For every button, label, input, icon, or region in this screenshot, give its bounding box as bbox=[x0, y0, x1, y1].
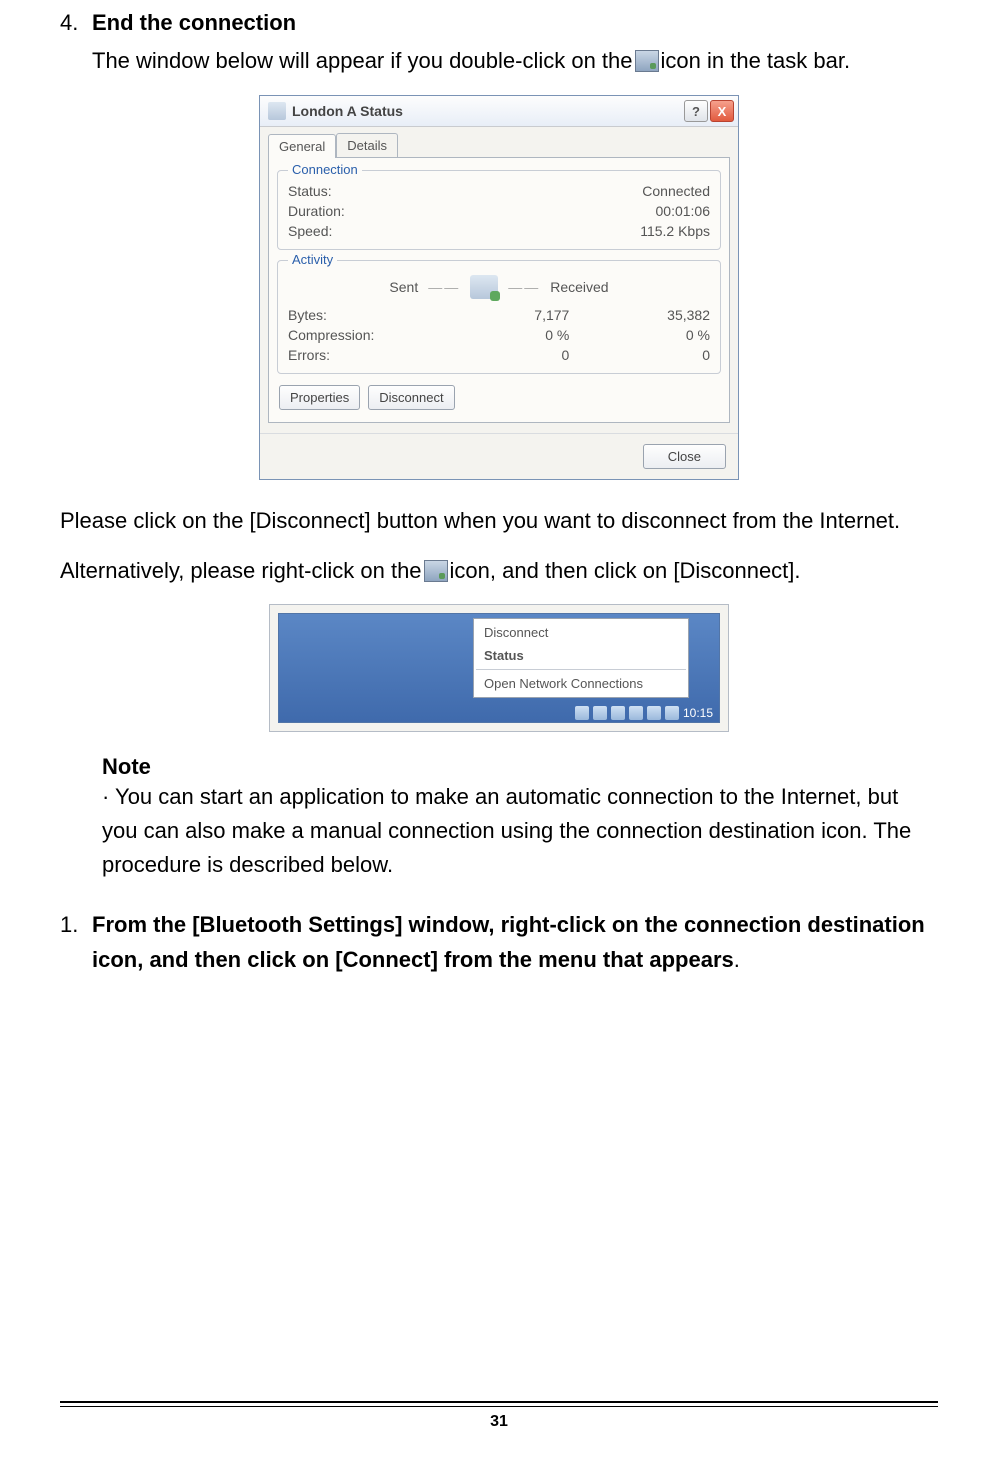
step-4-description: The window below will appear if you doub… bbox=[92, 44, 938, 77]
note-heading: Note bbox=[102, 754, 938, 780]
activity-dash-right: —— bbox=[508, 279, 540, 295]
errors-sent: 0 bbox=[429, 347, 570, 363]
status-value: Connected bbox=[642, 183, 710, 199]
alternative-instruction: Alternatively, please right-click on the… bbox=[60, 554, 938, 588]
activity-icon bbox=[470, 275, 498, 299]
status-dialog: London A Status ? X General Details Conn… bbox=[259, 95, 739, 480]
note-text: You can start an application to make an … bbox=[102, 784, 911, 877]
step-1b-dot: . bbox=[734, 947, 740, 972]
window-close-button[interactable]: X bbox=[710, 100, 734, 122]
compression-sent: 0 % bbox=[429, 327, 570, 343]
menu-separator bbox=[476, 669, 686, 670]
errors-label: Errors: bbox=[288, 347, 429, 363]
speed-value: 115.2 Kbps bbox=[640, 223, 710, 239]
step-4-heading: 4. End the connection bbox=[60, 10, 938, 36]
dialog-title: London A Status bbox=[292, 103, 403, 119]
connection-legend: Connection bbox=[288, 162, 362, 177]
duration-value: 00:01:06 bbox=[656, 203, 711, 219]
dialog-titlebar: London A Status ? X bbox=[260, 96, 738, 127]
activity-legend: Activity bbox=[288, 252, 337, 267]
connection-group: Connection Status:Connected Duration:00:… bbox=[277, 170, 721, 250]
tray-icon-5 bbox=[647, 706, 661, 720]
step-4-title: End the connection bbox=[92, 10, 296, 36]
tray-icon-3 bbox=[611, 706, 625, 720]
tab-details[interactable]: Details bbox=[336, 133, 398, 157]
sent-label: Sent bbox=[389, 279, 418, 295]
step-4-number: 4. bbox=[60, 10, 92, 36]
disconnect-instruction: Please click on the [Disconnect] button … bbox=[60, 504, 938, 538]
tab-general[interactable]: General bbox=[268, 134, 336, 158]
step-4-text-post: icon in the task bar. bbox=[661, 44, 851, 77]
menu-open-network[interactable]: Open Network Connections bbox=[476, 672, 686, 695]
step-4-text-pre: The window below will appear if you doub… bbox=[92, 44, 633, 77]
bytes-sent: 7,177 bbox=[429, 307, 570, 323]
menu-status[interactable]: Status bbox=[476, 644, 686, 667]
tray-icon-6 bbox=[665, 706, 679, 720]
context-menu: Disconnect Status Open Network Connectio… bbox=[473, 618, 689, 698]
activity-group: Activity Sent —— —— Received Bytes:7,177… bbox=[277, 260, 721, 374]
disconnect-button[interactable]: Disconnect bbox=[368, 385, 454, 410]
tray-icon-1 bbox=[575, 706, 589, 720]
tray-clock: 10:15 bbox=[683, 706, 713, 720]
system-tray: 10:15 bbox=[575, 706, 713, 720]
tray-icon-4 bbox=[629, 706, 643, 720]
compression-label: Compression: bbox=[288, 327, 429, 343]
network-tray-icon bbox=[635, 50, 659, 72]
close-button[interactable]: Close bbox=[643, 444, 726, 469]
compression-recv: 0 % bbox=[569, 327, 710, 343]
speed-label: Speed: bbox=[288, 223, 332, 239]
help-button[interactable]: ? bbox=[684, 100, 708, 122]
status-label: Status: bbox=[288, 183, 332, 199]
tray-icon-2 bbox=[593, 706, 607, 720]
bytes-label: Bytes: bbox=[288, 307, 429, 323]
step-1b-number: 1. bbox=[60, 912, 92, 938]
alt-text-post: icon, and then click on [Disconnect]. bbox=[450, 554, 801, 588]
page-number: 31 bbox=[0, 1413, 998, 1431]
note-body: · You can start an application to make a… bbox=[102, 780, 938, 882]
properties-button[interactable]: Properties bbox=[279, 385, 360, 410]
activity-dash-left: —— bbox=[428, 279, 460, 295]
duration-label: Duration: bbox=[288, 203, 345, 219]
step-1b: 1. From the [Bluetooth Settings] window,… bbox=[60, 908, 938, 976]
received-label: Received bbox=[550, 279, 608, 295]
network-tray-icon-2 bbox=[424, 560, 448, 582]
step-1b-text: From the [Bluetooth Settings] window, ri… bbox=[92, 912, 925, 971]
errors-recv: 0 bbox=[569, 347, 710, 363]
bytes-recv: 35,382 bbox=[569, 307, 710, 323]
menu-disconnect[interactable]: Disconnect bbox=[476, 621, 686, 644]
alt-text-pre: Alternatively, please right-click on the bbox=[60, 554, 422, 588]
page-footer-rule bbox=[60, 1401, 938, 1407]
dialog-title-icon bbox=[268, 102, 286, 120]
taskbar-screenshot: Disconnect Status Open Network Connectio… bbox=[269, 604, 729, 732]
